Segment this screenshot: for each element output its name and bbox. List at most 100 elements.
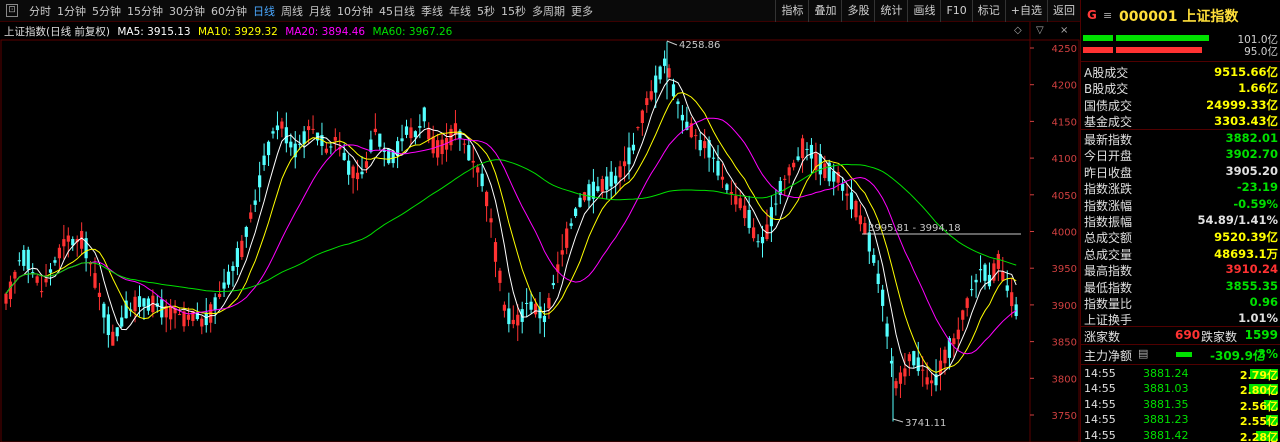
candle-body <box>320 135 324 147</box>
tab-period[interactable]: 1分钟 <box>54 3 89 19</box>
candle-body <box>800 138 805 159</box>
draw-line-button[interactable]: 画线 <box>907 0 940 22</box>
f10-button[interactable]: F10 <box>940 0 971 22</box>
candle-body <box>258 175 262 188</box>
candle-body <box>774 203 778 205</box>
down-count: 1599 <box>1244 328 1278 342</box>
candle-body <box>53 260 57 263</box>
candle-body <box>17 260 21 262</box>
tab-period[interactable]: 45日线 <box>376 3 418 19</box>
tab-period[interactable]: 15秒 <box>498 3 529 19</box>
menu-icon[interactable]: ⊡ <box>6 4 18 17</box>
tick-time: 14:55 <box>1084 367 1116 380</box>
y-tick-label: 4000 <box>1052 228 1077 239</box>
candle-body <box>209 304 213 323</box>
candle-body <box>765 224 769 240</box>
tab-period[interactable]: 周线 <box>278 3 306 19</box>
stats-button[interactable]: 统计 <box>874 0 907 22</box>
tab-period-daily[interactable]: 日线 <box>250 3 278 19</box>
info-row: 指数振幅 54.89/1.41% <box>1081 212 1280 229</box>
tab-period[interactable]: 5秒 <box>474 3 498 19</box>
candlestick-chart[interactable]: 3750 3800 3850 3900 3950 4000 4050 4100 4150 4200… <box>0 0 1080 442</box>
tab-period[interactable]: 月线 <box>306 3 334 19</box>
mark-button[interactable]: 标记 <box>971 0 1005 22</box>
candle-body <box>863 223 867 235</box>
add-watchlist-button[interactable]: +自选 <box>1004 0 1047 22</box>
tool-buttons: 指标 叠加 多股 统计 画线 F10 标记 +自选 返回 <box>775 0 1080 22</box>
candle-body <box>952 338 956 345</box>
candle-body <box>711 157 716 159</box>
candle-body <box>418 126 422 128</box>
tick-time: 14:55 <box>1084 428 1116 442</box>
y-tick-label: 3800 <box>1052 374 1077 385</box>
tick-price: 3881.23 <box>1143 413 1189 427</box>
tick-row: 14:55 3881.42 2.28亿 <box>1081 428 1280 442</box>
candle-body <box>160 299 164 318</box>
info-value: 54.89/1.41% <box>1197 213 1278 227</box>
candle-body <box>324 148 328 153</box>
candle-body <box>266 141 271 156</box>
divider <box>1081 364 1280 365</box>
group-icon[interactable]: G <box>1087 8 1097 22</box>
candle-body <box>667 68 671 78</box>
tab-period[interactable]: 分时 <box>26 3 54 19</box>
candle-body <box>471 160 475 163</box>
tick-row: 14:55 3881.03 2.80亿 <box>1081 381 1280 397</box>
tab-period[interactable]: 15分钟 <box>124 3 166 19</box>
candle-body <box>502 304 506 311</box>
panel-menu-icon[interactable]: ≡ <box>1103 9 1112 22</box>
candle-body <box>943 349 947 364</box>
candle-body <box>756 241 760 243</box>
tab-period[interactable]: 多周期 <box>529 3 568 19</box>
candle-body <box>556 264 560 272</box>
candle-body <box>956 329 960 340</box>
candle-body <box>894 381 898 389</box>
up-count-label: 涨家数 <box>1084 330 1121 344</box>
candle-body <box>333 137 337 141</box>
candle-body <box>164 305 168 318</box>
overlay-button[interactable]: 叠加 <box>808 0 841 22</box>
candle-body <box>4 293 8 304</box>
candle-body <box>582 192 587 201</box>
candle-body <box>444 137 449 150</box>
candle-body <box>1010 292 1014 307</box>
tab-period[interactable]: 30分钟 <box>166 3 208 19</box>
candle-body <box>440 139 444 155</box>
tab-period[interactable]: 5分钟 <box>89 3 124 19</box>
tab-period[interactable]: 60分钟 <box>208 3 250 19</box>
candle-body <box>631 144 636 151</box>
tab-period[interactable]: 季线 <box>418 3 446 19</box>
candle-body <box>342 152 346 161</box>
collapse-icon[interactable]: ▽ <box>1036 25 1044 36</box>
candle-body <box>391 150 395 164</box>
candle-body <box>195 312 199 320</box>
tab-period[interactable]: 年线 <box>446 3 474 19</box>
candle-body <box>271 131 275 134</box>
expand-icon[interactable]: ◇ <box>1014 25 1022 36</box>
candle-body <box>235 248 239 267</box>
outflow-value: 95.0亿 <box>1244 46 1278 58</box>
y-tick-label: 4100 <box>1052 154 1077 165</box>
candle-body <box>422 107 426 122</box>
indicator-button[interactable]: 指标 <box>775 0 808 22</box>
candle-body <box>373 128 377 133</box>
tick-price: 3881.24 <box>1143 367 1189 380</box>
multi-stock-button[interactable]: 多股 <box>841 0 874 22</box>
tab-period[interactable]: 10分钟 <box>334 3 376 19</box>
candle-body <box>574 208 578 216</box>
candle-body <box>124 300 128 319</box>
candle-body <box>396 141 400 156</box>
candle-body <box>649 91 653 100</box>
candle-body <box>916 357 920 372</box>
y-tick-label: 3950 <box>1052 264 1077 275</box>
candle-body <box>587 184 591 201</box>
y-axis: 3750 3800 3850 3900 3950 4000 4050 4100 4150 4200… <box>1030 44 1077 422</box>
tick-price: 3881.03 <box>1143 382 1189 396</box>
close-icon[interactable]: × <box>1060 25 1068 36</box>
tab-period-more[interactable]: 更多 <box>568 3 596 19</box>
candle-body <box>413 131 417 138</box>
candle-body <box>752 227 756 239</box>
candle-body <box>1014 304 1018 317</box>
flow-table-icon[interactable]: ▤ <box>1138 347 1148 360</box>
back-button[interactable]: 返回 <box>1047 0 1080 22</box>
